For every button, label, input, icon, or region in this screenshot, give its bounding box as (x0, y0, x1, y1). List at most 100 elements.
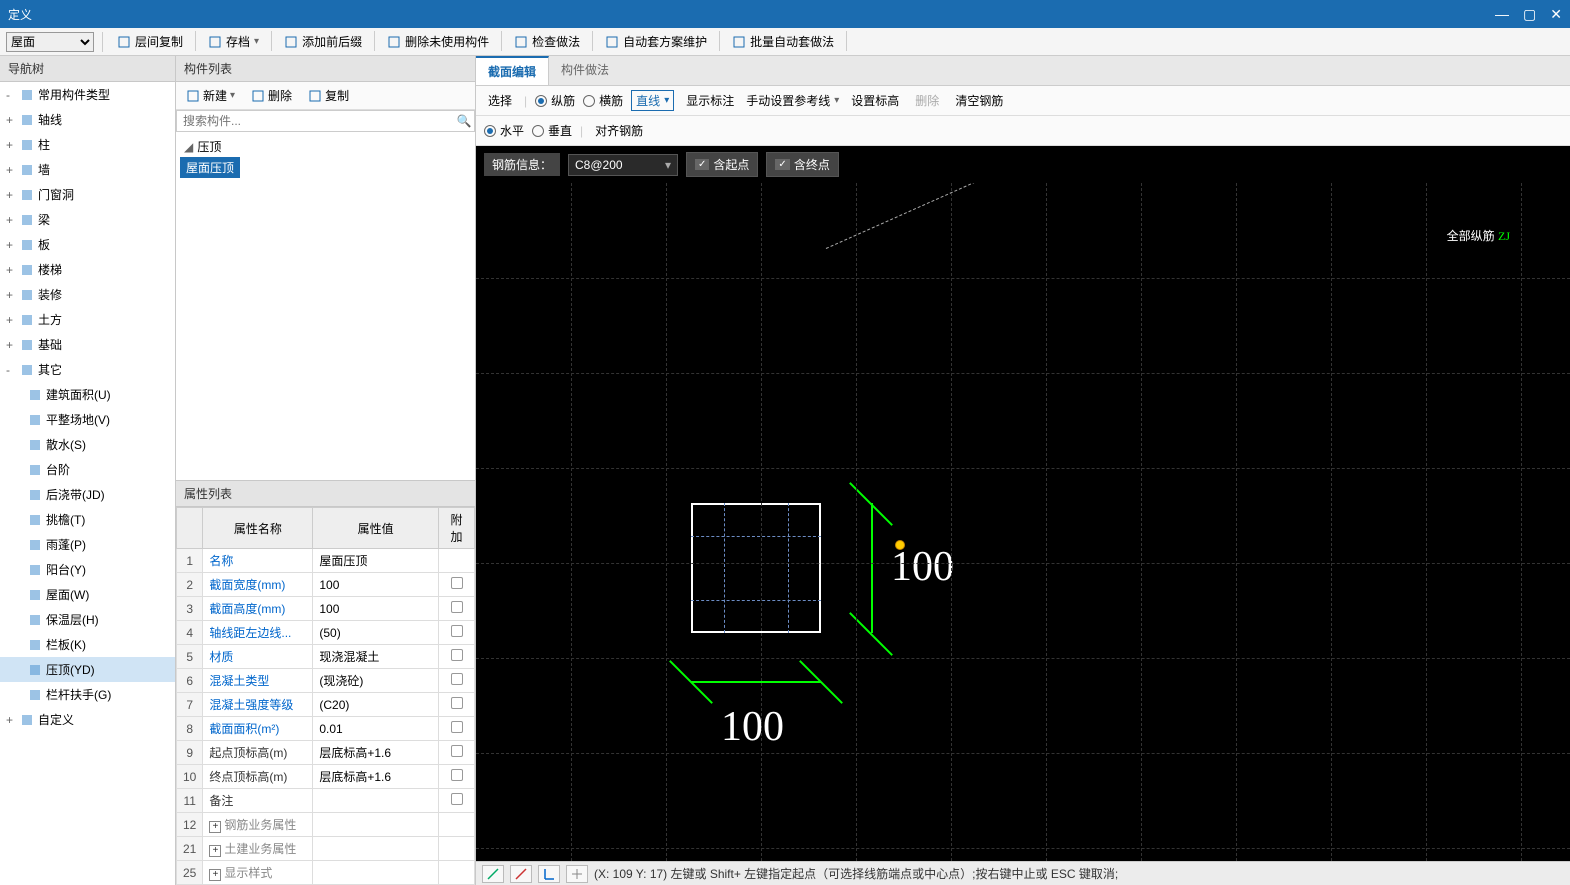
set-elevation-button[interactable]: 设置标高 (847, 90, 903, 111)
toolbar-archive[interactable]: 存档 ▾ (202, 31, 265, 52)
maximize-icon[interactable]: ▢ (1523, 6, 1536, 23)
component-new-button[interactable]: 新建 ▾ (182, 85, 239, 106)
nav-item[interactable]: +门窗洞 (0, 182, 175, 207)
radio-vertical-rebar[interactable]: 纵筋 (535, 92, 575, 109)
expand-toggle-icon[interactable]: + (6, 313, 16, 327)
search-icon[interactable]: 🔍 (454, 114, 474, 128)
expand-toggle-icon[interactable]: + (6, 238, 16, 252)
property-row[interactable]: 6混凝土类型(现浇砼) (177, 669, 475, 693)
status-tool-1[interactable] (482, 865, 504, 883)
property-row[interactable]: 1名称屋面压顶 (177, 549, 475, 573)
nav-item[interactable]: 阳台(Y) (0, 557, 175, 582)
property-row[interactable]: 8截面面积(m²)0.01 (177, 717, 475, 741)
expand-toggle-icon[interactable]: + (6, 138, 16, 152)
include-end-checkbox[interactable]: 含终点 (766, 152, 838, 177)
attach-checkbox[interactable] (451, 793, 463, 805)
nav-item[interactable]: +板 (0, 232, 175, 257)
expand-toggle-icon[interactable]: + (6, 338, 16, 352)
nav-item[interactable]: +墙 (0, 157, 175, 182)
nav-item[interactable]: 建筑面积(U) (0, 382, 175, 407)
property-row[interactable]: 3截面高度(mm)100 (177, 597, 475, 621)
component-delete-button[interactable]: 删除 (247, 85, 296, 106)
attach-checkbox[interactable] (451, 577, 463, 589)
nav-item[interactable]: -其它 (0, 357, 175, 382)
status-tool-4[interactable] (566, 865, 588, 883)
attach-checkbox[interactable] (451, 673, 463, 685)
nav-item[interactable]: 散水(S) (0, 432, 175, 457)
property-row[interactable]: 9起点顶标高(m)层底标高+1.6 (177, 741, 475, 765)
editor-tab[interactable]: 构件做法 (549, 56, 621, 85)
editor-tab[interactable]: 截面编辑 (476, 56, 549, 85)
close-icon[interactable]: ✕ (1550, 6, 1562, 23)
delete-button[interactable]: 删除 (911, 90, 943, 111)
radio-horizontal-rebar[interactable]: 横筋 (583, 92, 623, 109)
component-tree-item[interactable]: ◢ 压顶 (180, 136, 471, 157)
expand-icon[interactable]: + (209, 869, 221, 881)
attach-checkbox[interactable] (451, 625, 463, 637)
include-start-checkbox[interactable]: 含起点 (686, 152, 758, 177)
radio-horizontal[interactable]: 水平 (484, 122, 524, 139)
nav-item[interactable]: 保温层(H) (0, 607, 175, 632)
expand-toggle-icon[interactable]: + (6, 113, 16, 127)
search-input[interactable] (177, 111, 454, 131)
nav-item[interactable]: +装修 (0, 282, 175, 307)
property-row[interactable]: 7混凝土强度等级(C20) (177, 693, 475, 717)
expand-toggle-icon[interactable]: + (6, 163, 16, 177)
attach-checkbox[interactable] (451, 601, 463, 613)
toolbar-batch-auto[interactable]: 批量自动套做法 (726, 31, 840, 52)
toolbar-copy-between-floors[interactable]: 层间复制 (111, 31, 189, 52)
nav-item[interactable]: 雨蓬(P) (0, 532, 175, 557)
expand-icon[interactable]: + (209, 845, 221, 857)
component-tree-item[interactable]: 屋面压顶 (180, 157, 240, 178)
attach-checkbox[interactable] (451, 721, 463, 733)
nav-item[interactable]: 挑檐(T) (0, 507, 175, 532)
expand-toggle-icon[interactable]: + (6, 263, 16, 277)
toolbar-auto-scheme[interactable]: 自动套方案维护 (599, 31, 713, 52)
minimize-icon[interactable]: — (1495, 6, 1509, 22)
radio-vertical[interactable]: 垂直 (532, 122, 572, 139)
nav-item[interactable]: 屋面(W) (0, 582, 175, 607)
attach-checkbox[interactable] (451, 649, 463, 661)
nav-item[interactable]: +土方 (0, 307, 175, 332)
nav-item[interactable]: +基础 (0, 332, 175, 357)
expand-toggle-icon[interactable]: + (6, 288, 16, 302)
property-row[interactable]: 10终点顶标高(m)层底标高+1.6 (177, 765, 475, 789)
nav-item[interactable]: +自定义 (0, 707, 175, 732)
align-rebar-button[interactable]: 对齐钢筋 (591, 120, 647, 141)
attach-checkbox[interactable] (451, 745, 463, 757)
property-row[interactable]: 5材质现浇混凝土 (177, 645, 475, 669)
property-row[interactable]: 12+钢筋业务属性 (177, 813, 475, 837)
nav-item[interactable]: 栏杆扶手(G) (0, 682, 175, 707)
section-canvas[interactable]: 全部纵筋 ZJ 100 100 (476, 183, 1570, 861)
nav-item[interactable]: +楼梯 (0, 257, 175, 282)
expand-toggle-icon[interactable]: + (6, 213, 16, 227)
show-dimension-button[interactable]: 显示标注 (682, 90, 738, 111)
select-tool[interactable]: 选择 (484, 90, 516, 111)
attach-checkbox[interactable] (451, 769, 463, 781)
property-row[interactable]: 11备注 (177, 789, 475, 813)
nav-item[interactable]: 压顶(YD) (0, 657, 175, 682)
status-tool-2[interactable] (510, 865, 532, 883)
property-row[interactable]: 21+土建业务属性 (177, 837, 475, 861)
line-type-combo[interactable]: 直线 (631, 90, 674, 111)
status-tool-3[interactable] (538, 865, 560, 883)
property-row[interactable]: 25+显示样式 (177, 861, 475, 885)
nav-item[interactable]: +轴线 (0, 107, 175, 132)
floor-select[interactable]: 屋面 (6, 32, 94, 52)
manual-reference-button[interactable]: 手动设置参考线 (746, 92, 839, 109)
nav-item[interactable]: -常用构件类型 (0, 82, 175, 107)
expand-icon[interactable]: + (209, 821, 221, 833)
toolbar-prefix-suffix[interactable]: 添加前后缀 (278, 31, 368, 52)
expand-toggle-icon[interactable]: + (6, 188, 16, 202)
rebar-info-input[interactable]: C8@200 (568, 154, 678, 176)
expand-toggle-icon[interactable]: - (6, 88, 16, 102)
clear-rebar-button[interactable]: 清空钢筋 (951, 90, 1007, 111)
component-copy-button[interactable]: 复制 (304, 85, 353, 106)
toolbar-delete-unused[interactable]: 删除未使用构件 (381, 31, 495, 52)
nav-item[interactable]: +柱 (0, 132, 175, 157)
nav-item[interactable]: 后浇带(JD) (0, 482, 175, 507)
attach-checkbox[interactable] (451, 697, 463, 709)
property-row[interactable]: 4轴线距左边线...(50) (177, 621, 475, 645)
nav-item[interactable]: 平整场地(V) (0, 407, 175, 432)
nav-item[interactable]: 台阶 (0, 457, 175, 482)
